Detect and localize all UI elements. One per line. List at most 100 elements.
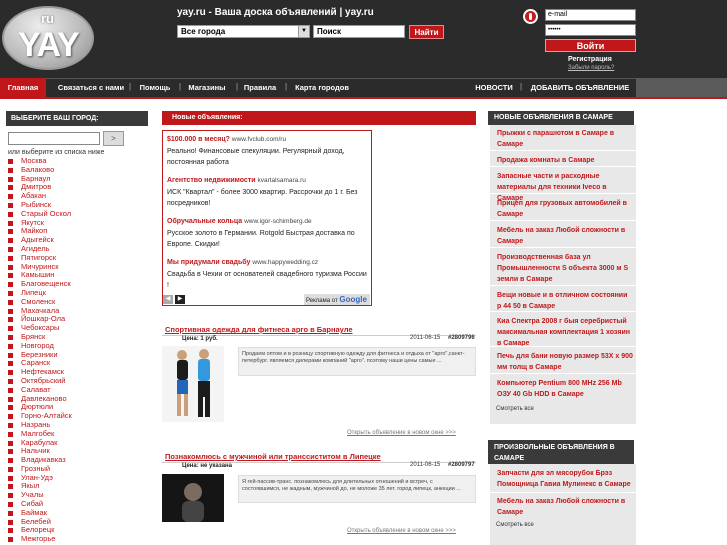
listing-id: #2809796 bbox=[448, 335, 475, 341]
divider bbox=[490, 166, 636, 167]
chevron-down-icon[interactable]: ▼ bbox=[298, 26, 309, 37]
ad-text: Русское золото в Германии. Rotgold Быстр… bbox=[167, 230, 355, 248]
samara-ad-item[interactable]: Прицеп для грузовых автомобилей в Самаре bbox=[497, 198, 633, 220]
listing-open-link[interactable]: Открыть объявление в новом окне >>> bbox=[347, 528, 456, 534]
divider bbox=[490, 373, 636, 374]
divider bbox=[490, 285, 636, 286]
email-field[interactable]: e-mail bbox=[545, 9, 636, 21]
samara-ad-item[interactable]: Продажа комнаты в Самаре bbox=[497, 155, 633, 166]
nav-item-shops[interactable]: Магазины bbox=[185, 78, 229, 97]
nav-separator: | bbox=[520, 82, 523, 91]
see-all-link[interactable]: Смотреть все bbox=[496, 406, 534, 412]
ads-label: Реклама от bbox=[306, 298, 338, 304]
register-link[interactable]: Регистрация bbox=[568, 56, 612, 63]
city-input[interactable] bbox=[8, 132, 100, 145]
ad-title[interactable]: $100.000 в месяц? bbox=[167, 136, 230, 143]
ad-text: Реально! Финансовые спекуляции. Регулярн… bbox=[167, 148, 345, 166]
sponsored-ad[interactable]: Обручальные кольца www.igor-schimberg.de… bbox=[167, 218, 369, 250]
listing-title[interactable]: Спортивная одежда для фитнеса арго в Бар… bbox=[165, 325, 353, 334]
divider bbox=[490, 311, 636, 312]
listing-photo[interactable] bbox=[162, 346, 224, 422]
listing-open-link[interactable]: Открыть объявление в новом окне >>> bbox=[347, 430, 456, 436]
city-select-value: Все города bbox=[181, 27, 226, 36]
nav-right-strip bbox=[636, 78, 727, 97]
nav-item-contact[interactable]: Связаться с нами bbox=[53, 78, 129, 97]
login-button[interactable]: Войти bbox=[545, 39, 636, 52]
listing-description: Я гей-пассив-транс. познакомлюсь для дли… bbox=[238, 475, 476, 503]
nav-underline bbox=[0, 97, 727, 99]
forgot-password-link[interactable]: Забыли пароль? bbox=[568, 65, 614, 71]
person-photo-icon bbox=[162, 474, 224, 522]
random-ad-item[interactable]: Мебель на заказ Любой сложности в Самаре bbox=[497, 496, 633, 518]
samara-ad-item[interactable]: Компьютер Pentium 800 MHz 256 Mb ОЗУ 40 … bbox=[497, 378, 633, 400]
ad-url[interactable]: www.fvclub.com/ru bbox=[232, 136, 286, 143]
listing-date: 2011-06-15 bbox=[410, 462, 441, 468]
listing-price: Цена: 1 руб. bbox=[182, 336, 218, 342]
nav-item-rules[interactable]: Правила bbox=[242, 78, 278, 97]
find-button[interactable]: Найти bbox=[409, 25, 444, 39]
listing-photo[interactable] bbox=[162, 474, 224, 522]
city-select[interactable]: Все города ▼ bbox=[177, 25, 310, 38]
listing-price: Цена: не указана bbox=[182, 463, 232, 469]
samara-ad-item[interactable]: Вещи новые и в отличном состоянии р 44 5… bbox=[497, 290, 633, 312]
random-ads-samara-heading: ПРОИЗВОЛЬНЫЕ ОБЪЯВЛЕНИЯ В САМАРЕ bbox=[488, 440, 634, 464]
divider bbox=[490, 220, 636, 221]
random-ad-item[interactable]: Запчасти для эл мясорубок Брэз Помощница… bbox=[497, 468, 633, 490]
divider bbox=[490, 492, 636, 493]
divider bbox=[490, 193, 636, 194]
city-go-button[interactable]: > bbox=[103, 131, 124, 146]
city-list: Москва Балаково Барнаул Дмитров Абакан Рыбинс… bbox=[8, 156, 72, 544]
ad-url[interactable]: www.happywedding.cz bbox=[252, 259, 318, 266]
sponsored-ads: $100.000 в месяц? www.fvclub.com/ru Реал… bbox=[162, 130, 372, 306]
nav-item-news[interactable]: НОВОСТИ bbox=[472, 78, 516, 97]
sponsored-ad[interactable]: $100.000 в месяц? www.fvclub.com/ru Реал… bbox=[167, 136, 369, 168]
city-link[interactable]: Улан-Удэ bbox=[8, 473, 72, 483]
divider bbox=[490, 346, 636, 347]
nav-item-help[interactable]: Помощь bbox=[135, 78, 175, 97]
google-logo: Google bbox=[339, 295, 367, 304]
listing-description: Продаем оптом и в розницу спортивную оде… bbox=[238, 347, 476, 376]
listing-title[interactable]: Познакомлюсь с мужчиной или транссистито… bbox=[165, 452, 381, 461]
ad-title[interactable]: Агентство недвижимости bbox=[167, 177, 256, 184]
search-input[interactable]: Поиск bbox=[313, 25, 405, 38]
nav-separator: | bbox=[285, 82, 288, 91]
chevron-left-icon[interactable]: ◀ bbox=[163, 295, 173, 304]
samara-ad-item[interactable]: Печь для бани новую размер 53Х х 900 мм … bbox=[497, 351, 633, 373]
logo-text: YAY bbox=[18, 26, 80, 64]
fitness-photo-icon bbox=[162, 346, 224, 422]
samara-ad-item[interactable]: Киа Спектра 2008 г быя серебристый макси… bbox=[497, 316, 633, 349]
sponsored-ad[interactable]: Агентство недвижимости kvartalsamara.ru … bbox=[167, 177, 369, 209]
ad-url[interactable]: kvartalsamara.ru bbox=[257, 177, 305, 184]
site-logo[interactable]: ru YAY bbox=[2, 6, 94, 70]
password-field[interactable]: •••••• bbox=[545, 24, 636, 36]
nav-separator: | bbox=[179, 82, 182, 91]
nav-item-city-map[interactable]: Карта городов bbox=[291, 78, 353, 97]
samara-ad-item[interactable]: Мебель на заказ Любой сложности в Самаре bbox=[497, 225, 633, 247]
ad-title[interactable]: Мы придумали свадьбу bbox=[167, 259, 250, 266]
choose-city-heading: ВЫБЕРИТЕ ВАШ ГОРОД: bbox=[6, 111, 148, 126]
chevron-right-icon[interactable]: ▶ bbox=[175, 295, 185, 304]
site-title: yay.ru - Ваша доска объявлений | yay.ru bbox=[177, 7, 374, 18]
ad-url[interactable]: www.igor-schimberg.de bbox=[244, 218, 312, 225]
listing-id: #2809797 bbox=[448, 462, 475, 468]
sponsored-ad[interactable]: Мы придумали свадьбу www.happywedding.cz… bbox=[167, 259, 369, 291]
samara-ad-item[interactable]: Производственная база ул Промышленности … bbox=[497, 252, 633, 285]
city-hint: или выберите из списка ниже bbox=[8, 149, 105, 156]
listing-date: 2011-06-15 bbox=[410, 335, 441, 341]
nav-item-add-ad[interactable]: ДОБАВИТЬ ОБЪЯВЛЕНИЕ bbox=[528, 78, 632, 97]
logo-small-text: ru bbox=[41, 11, 54, 26]
ads-footer: ◀ ▶ Реклама от Google bbox=[163, 294, 371, 305]
ads-by-google[interactable]: Реклама от Google bbox=[304, 294, 370, 305]
city-link[interactable]: Межгорье bbox=[8, 534, 72, 544]
divider bbox=[490, 150, 636, 151]
samara-ad-item[interactable]: Прыжки с парашютом в Самаре в Самаре bbox=[497, 128, 633, 150]
new-ads-heading: Новые объявления: bbox=[162, 111, 476, 125]
nav-item-home[interactable]: Главная bbox=[0, 78, 46, 97]
ad-title[interactable]: Обручальные кольца bbox=[167, 218, 242, 225]
nav-separator: | bbox=[236, 82, 239, 91]
ad-text: ИСК "Квартал" - более 3000 квартир. Расс… bbox=[167, 189, 358, 207]
lock-icon bbox=[523, 9, 538, 24]
see-all-link[interactable]: Смотреть все bbox=[496, 522, 534, 528]
ad-text: Свадьба в Чехии от основателей свадебног… bbox=[167, 271, 367, 289]
divider bbox=[490, 247, 636, 248]
